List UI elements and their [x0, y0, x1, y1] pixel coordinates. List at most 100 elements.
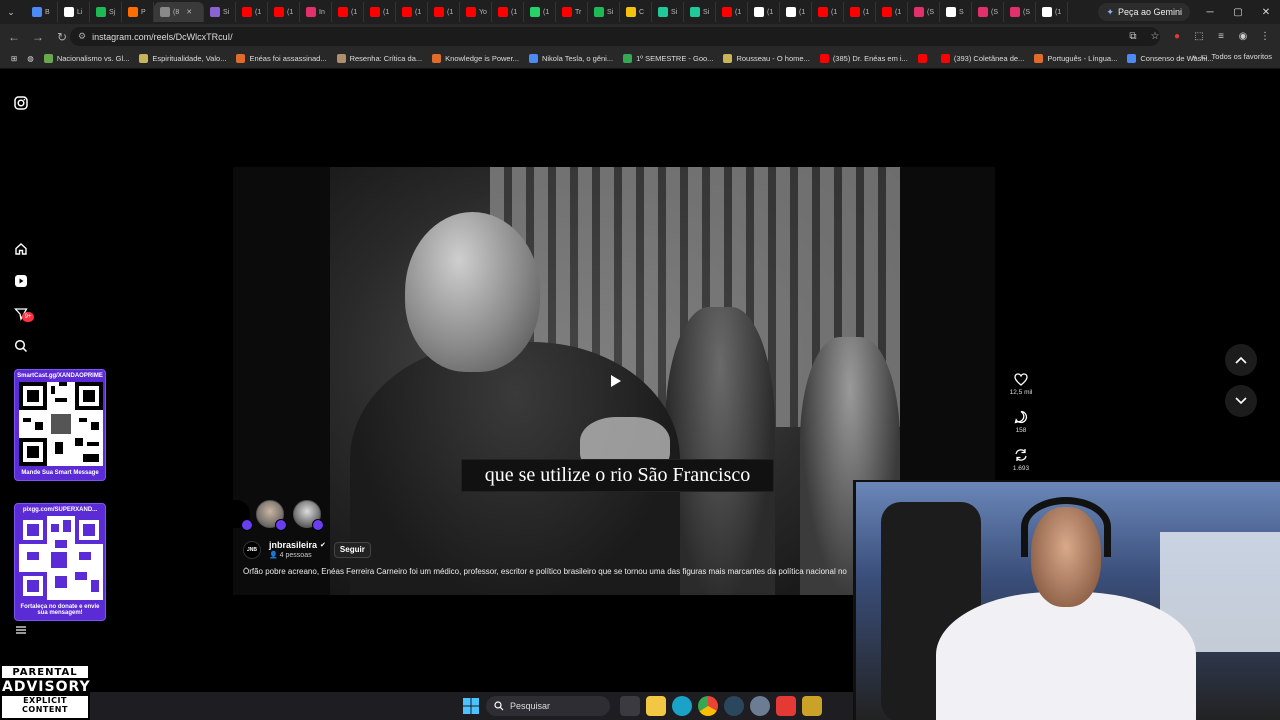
extension-red-icon[interactable]: ●	[1170, 27, 1184, 45]
all-bookmarks[interactable]: » ▭ Todos os favoritos	[1192, 52, 1272, 61]
browser-tab[interactable]: (1	[844, 2, 876, 22]
play-button[interactable]	[604, 370, 626, 392]
bookmark-favicon-icon	[139, 54, 149, 63]
bookmark-item[interactable]: Resenha: Crítica da...	[332, 54, 428, 63]
browser-tab[interactable]: (1	[332, 2, 364, 22]
edge-icon[interactable]	[672, 696, 692, 716]
browser-tab[interactable]: In	[300, 2, 332, 22]
bookmark-item[interactable]: Nikola Tesla, o gêni...	[524, 54, 618, 63]
cast-icon[interactable]: ⧉	[1126, 27, 1140, 45]
bookmark-item[interactable]: Espiritualidade, Valo...	[134, 54, 231, 63]
bookmark-item[interactable]: Nacionalismo vs. Gl...	[39, 54, 135, 63]
bookmark-star-icon[interactable]: ☆	[1148, 27, 1162, 45]
chrome-icon[interactable]	[698, 696, 718, 716]
author-name[interactable]: jnbrasileira	[269, 540, 317, 550]
forward-button[interactable]: →	[28, 27, 48, 47]
avatar[interactable]	[256, 500, 287, 531]
bookmark-item[interactable]: Knowledge is Power...	[427, 54, 524, 63]
close-tab-icon[interactable]: ✕	[186, 8, 192, 16]
menu-icon[interactable]	[12, 621, 30, 639]
bookmark-favicon-icon	[528, 54, 538, 63]
browser-tab[interactable]: Si	[204, 2, 236, 22]
browser-tab[interactable]: Yo	[460, 2, 492, 22]
author-logo[interactable]: JNB	[243, 540, 261, 559]
taskbar-search[interactable]: Pesquisar	[486, 696, 610, 716]
reel-caption[interactable]: Órfão pobre acreano, Enéas Ferreira Carn…	[243, 567, 855, 576]
site-info-icon[interactable]: ⚙	[78, 31, 86, 42]
browser-tab[interactable]: C	[620, 2, 652, 22]
browser-tab[interactable]: (S	[1004, 2, 1036, 22]
settings-icon[interactable]	[750, 696, 770, 716]
browser-tab[interactable]: (1	[492, 2, 524, 22]
browser-tab[interactable]: Sj	[90, 2, 122, 22]
browser-tab[interactable]: (8 ✕	[154, 2, 204, 22]
avatar[interactable]	[293, 500, 324, 531]
bookmark-item[interactable]: Enéas foi assassinad...	[231, 54, 331, 63]
browser-tab[interactable]: (1	[1036, 2, 1068, 22]
browser-tab[interactable]: (1	[396, 2, 428, 22]
browser-tab[interactable]: Si	[588, 2, 620, 22]
browser-tab[interactable]: Si	[684, 2, 716, 22]
browser-tab[interactable]: (1	[780, 2, 812, 22]
browser-tab[interactable]: (S	[908, 2, 940, 22]
tab-search-button[interactable]: ⌄	[0, 2, 22, 22]
back-button[interactable]: ←	[4, 27, 24, 47]
steam-icon[interactable]	[724, 696, 744, 716]
follow-button[interactable]: Seguir	[333, 541, 371, 558]
browser-tab[interactable]: (1	[876, 2, 908, 22]
bookmark-item[interactable]: (393) Coletânea de...	[936, 54, 1029, 63]
red-app-icon[interactable]	[776, 696, 796, 716]
browser-tab[interactable]: (S	[972, 2, 1004, 22]
address-bar[interactable]: ⚙ instagram.com/reels/DcWlcxTRcuI/	[70, 27, 1160, 46]
notes-app-icon[interactable]	[802, 696, 822, 716]
home-icon[interactable]	[12, 240, 30, 258]
task-view-icon[interactable]	[620, 696, 640, 716]
browser-tab[interactable]: (1	[268, 2, 300, 22]
browser-tab[interactable]: (1	[748, 2, 780, 22]
extensions-icon[interactable]: ⬚	[1192, 27, 1206, 45]
start-button[interactable]	[463, 698, 479, 714]
globe-icon[interactable]: ◍	[22, 54, 39, 63]
bookmark-item[interactable]: 1º SEMESTRE - Goo...	[618, 54, 718, 63]
gemini-button[interactable]: ✦ Peça ao Gemini	[1098, 3, 1190, 21]
more-menu-icon[interactable]: ⋮	[1258, 27, 1272, 45]
more-bookmarks-icon[interactable]: »	[1192, 52, 1196, 61]
browser-tab[interactable]: (1	[524, 2, 556, 22]
instagram-logo-icon[interactable]	[12, 94, 30, 112]
bookmark-item[interactable]: Português - Língua...	[1029, 54, 1122, 63]
browser-tab[interactable]: P	[122, 2, 154, 22]
comment-action[interactable]: 158	[1006, 410, 1036, 434]
reload-button[interactable]: ↻	[52, 27, 72, 47]
previous-reel-button[interactable]	[1225, 344, 1257, 376]
minimize-button[interactable]: ─	[1196, 0, 1224, 24]
browser-tab[interactable]: (1	[716, 2, 748, 22]
browser-tab[interactable]: (1	[428, 2, 460, 22]
browser-tab[interactable]: (1	[812, 2, 844, 22]
bookmark-item[interactable]: (385) Dr. Enéas em i...	[815, 54, 913, 63]
browser-tab[interactable]: B	[26, 2, 58, 22]
close-window-button[interactable]: ✕	[1252, 0, 1280, 24]
apps-icon[interactable]: ⊞	[6, 54, 22, 63]
tab-label: (1	[735, 8, 742, 16]
file-explorer-icon[interactable]	[646, 696, 666, 716]
maximize-button[interactable]: ▢	[1224, 0, 1252, 24]
like-action[interactable]: 12,5 mil	[1006, 373, 1036, 396]
browser-tab[interactable]: (1	[364, 2, 396, 22]
profile-avatar[interactable]: ◉	[1236, 27, 1250, 45]
tab-favicon-icon	[786, 7, 796, 17]
tab-favicon-icon	[32, 7, 42, 17]
repost-action[interactable]: 1.693	[1006, 448, 1036, 472]
next-reel-button[interactable]	[1225, 385, 1257, 417]
tab-menu-icon[interactable]: ≡	[1214, 27, 1228, 45]
bookmark-item[interactable]: Rousseau - O home...	[718, 54, 814, 63]
taskbar-apps	[620, 696, 822, 716]
browser-tab[interactable]: Li	[58, 2, 90, 22]
reels-icon[interactable]	[12, 272, 30, 290]
search-icon[interactable]	[12, 337, 30, 355]
browser-tab[interactable]: Si	[652, 2, 684, 22]
browser-tab[interactable]: (1	[236, 2, 268, 22]
browser-tab[interactable]: S	[940, 2, 972, 22]
avatar[interactable]	[222, 500, 253, 531]
bookmark-item[interactable]	[913, 54, 936, 63]
browser-tab[interactable]: Tr	[556, 2, 588, 22]
